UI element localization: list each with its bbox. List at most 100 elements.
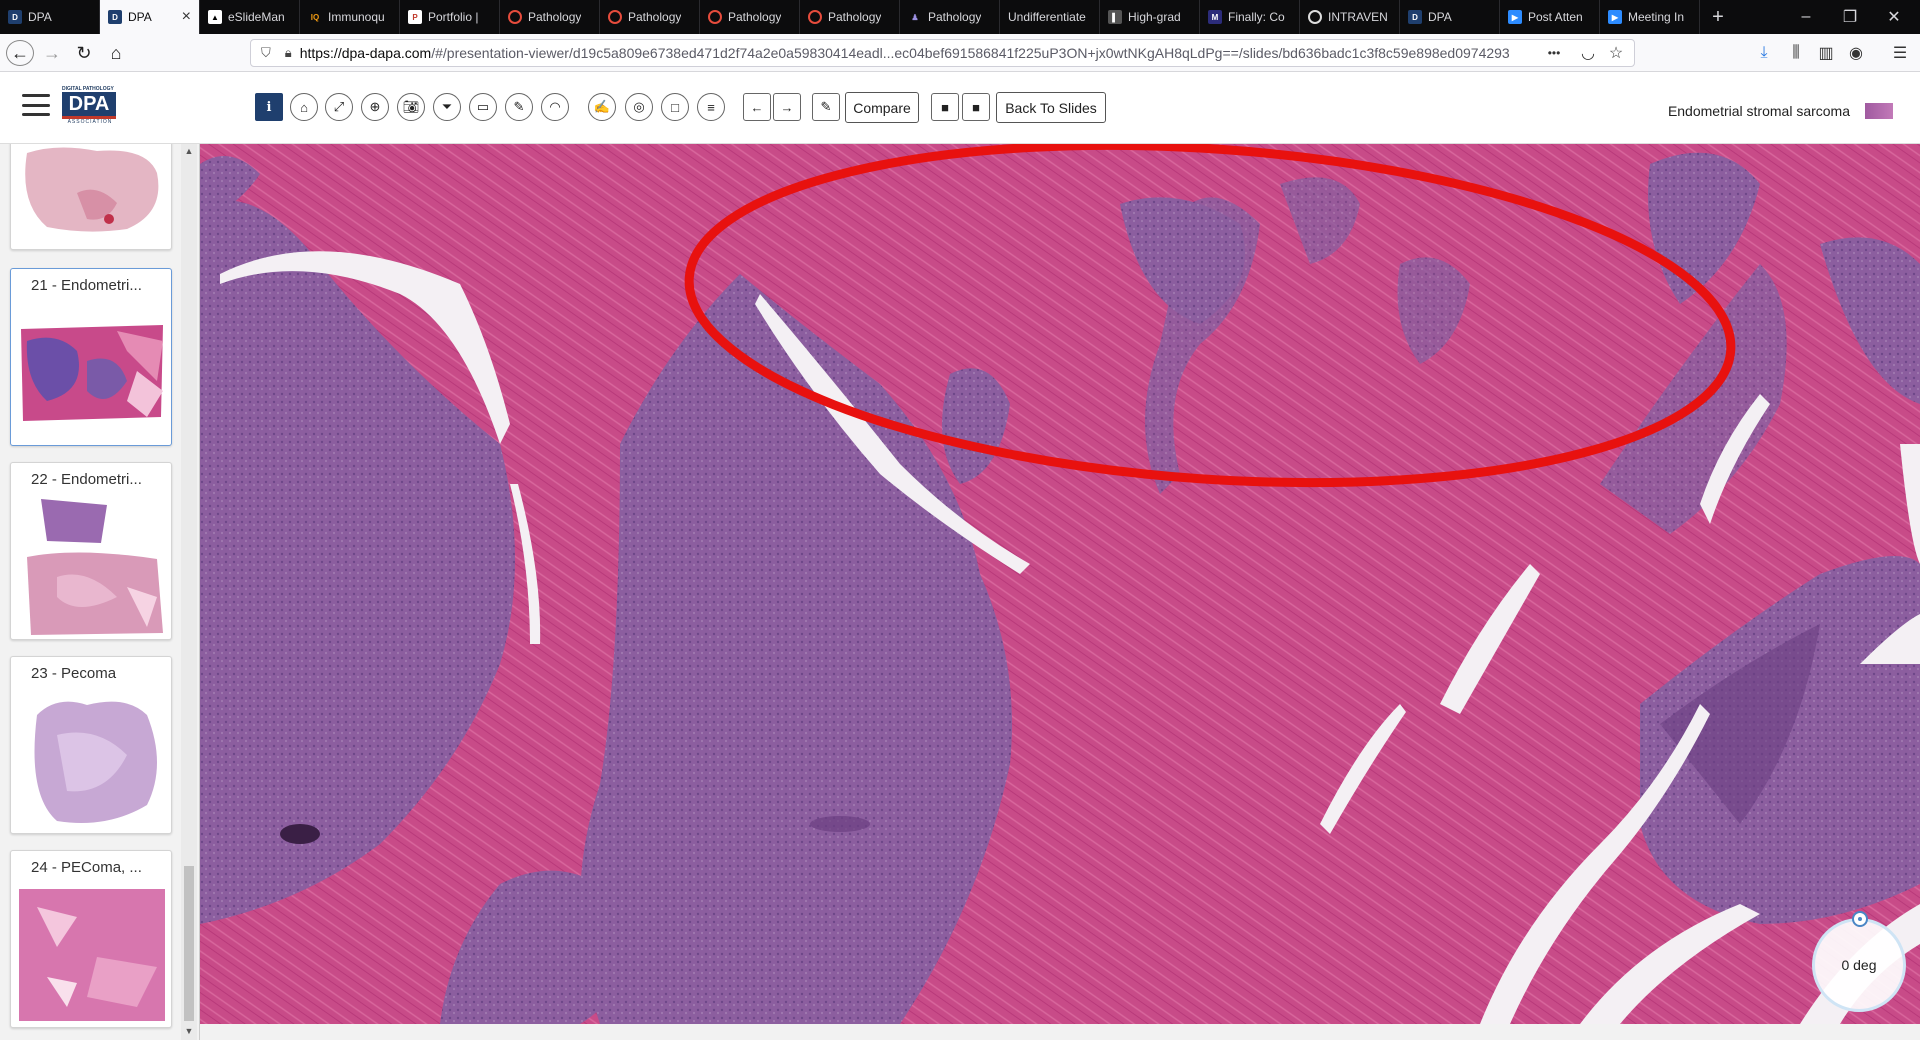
rotation-control[interactable]: 0 deg: [1812, 918, 1906, 1012]
draw-annotation-icon[interactable]: ✍: [588, 93, 616, 121]
close-tab-icon[interactable]: ×: [182, 8, 191, 26]
pathology-icon: [608, 10, 622, 24]
browser-tab[interactable]: ♟ Pathology: [900, 0, 1000, 34]
zoom-icon: ▶: [1508, 10, 1522, 24]
filter-icon[interactable]: ⏷: [433, 93, 461, 121]
lock-icon[interactable]: 🔒︎: [285, 45, 292, 61]
page-actions-icon[interactable]: •••: [1540, 40, 1568, 66]
url-path: /#/presentation-viewer/d19c5a809e6738ed4…: [431, 45, 1510, 61]
dpa-icon: D: [1408, 10, 1422, 24]
home-view-icon[interactable]: ⌂: [290, 93, 318, 121]
slide-viewer-canvas[interactable]: [200, 144, 1920, 1024]
dpa-logo[interactable]: DIGITAL PATHOLOGY DPA ASSOCIATION: [62, 86, 118, 132]
slide-card-23[interactable]: 23 - Pecoma: [10, 656, 172, 834]
browser-tab-bar: D DPA D DPA × ▲ eSlideMan IQ Immunoqu P Portfo…: [0, 0, 1920, 34]
bookmark-star-icon[interactable]: ☆: [1602, 40, 1630, 66]
info-button[interactable]: i: [255, 93, 283, 121]
dpa-icon: D: [8, 10, 22, 24]
zoom-icon: ▶: [1608, 10, 1622, 24]
monitor-icon[interactable]: ▭: [469, 93, 497, 121]
next-slide-icon[interactable]: →: [773, 93, 801, 121]
menu-icon[interactable]: ☰: [1886, 40, 1914, 66]
logo-subcaption: ASSOCIATION: [67, 119, 113, 125]
browser-tab[interactable]: IQ Immunoqu: [300, 0, 400, 34]
slide-card-22[interactable]: 22 - Endometri...: [10, 462, 172, 640]
sidebar-scroll-thumb[interactable]: [184, 866, 194, 1021]
browser-tab[interactable]: M Finally: Co: [1200, 0, 1300, 34]
rotation-label: 0 deg: [1841, 957, 1877, 973]
camera-icon[interactable]: 📷︎: [397, 93, 425, 121]
pathology-icon: [708, 10, 722, 24]
browser-tab-active[interactable]: D DPA ×: [100, 0, 200, 34]
close-window-icon[interactable]: ✕: [1866, 0, 1920, 34]
pen-icon[interactable]: ✎: [505, 93, 533, 121]
logo-text: DPA: [62, 92, 116, 119]
browser-tab[interactable]: Pathology: [600, 0, 700, 34]
freehand-icon[interactable]: ◠: [541, 93, 569, 121]
previous-slide-icon[interactable]: ←: [743, 93, 771, 121]
browser-tab[interactable]: Undifferentiate: [1000, 0, 1100, 34]
scroll-down-icon[interactable]: ▼: [183, 1026, 195, 1036]
reload-icon[interactable]: ↻: [70, 40, 98, 66]
library-icon[interactable]: ⫼: [1782, 40, 1810, 66]
browser-tab[interactable]: P Portfolio |: [400, 0, 500, 34]
back-arrow-icon[interactable]: ←: [6, 40, 34, 66]
rectangle-tool-icon[interactable]: □: [661, 93, 689, 121]
scroll-up-icon[interactable]: ▲: [183, 146, 195, 156]
fullscreen-icon[interactable]: ⤢: [325, 93, 353, 121]
browser-tab[interactable]: ▶ Meeting In: [1600, 0, 1700, 34]
shield-icon[interactable]: ⛉: [261, 45, 271, 61]
portfolio-icon: P: [408, 10, 422, 24]
stop-icon[interactable]: ■: [962, 93, 990, 121]
forward-arrow-icon[interactable]: →: [38, 40, 66, 66]
pathology-icon: ♟: [911, 12, 919, 22]
slide-card-title: 21 - Endometri...: [31, 277, 142, 294]
compare-button[interactable]: Compare: [845, 92, 919, 123]
slide-thumbnail: [17, 497, 165, 637]
slide-thumbnail: [17, 887, 165, 1023]
sidebar-toggle-icon[interactable]: ▥: [1812, 40, 1840, 66]
browser-tab[interactable]: ▶ Post Atten: [1500, 0, 1600, 34]
download-icon[interactable]: ⤓: [1750, 40, 1778, 66]
pocket-icon[interactable]: ◡: [1574, 40, 1602, 66]
slide-thumbnail: [17, 695, 165, 829]
browser-tab[interactable]: Pathology: [800, 0, 900, 34]
slide-list-sidebar: 21 - Endometri... 22 - Endometri... 23 -…: [0, 144, 200, 1040]
browser-tab[interactable]: D DPA: [0, 0, 100, 34]
slide-mini-thumbnail: [1865, 103, 1893, 119]
pathology-icon: [508, 10, 522, 24]
slide-thumbnail: [17, 144, 165, 235]
iq-icon: IQ: [310, 12, 320, 22]
hamburger-menu-icon[interactable]: [22, 94, 50, 116]
zoom-icon[interactable]: ⊕: [361, 93, 389, 121]
slide-thumbnail: [17, 321, 165, 433]
account-icon[interactable]: ◉: [1842, 40, 1870, 66]
browser-tab[interactable]: ▌ High-grad: [1100, 0, 1200, 34]
new-tab-button[interactable]: +: [1700, 0, 1736, 34]
browser-tab[interactable]: D DPA: [1400, 0, 1500, 34]
list-icon[interactable]: ≡: [697, 93, 725, 121]
app-header: DIGITAL PATHOLOGY DPA ASSOCIATION: [0, 72, 1920, 144]
browser-tab[interactable]: INTRAVEN: [1300, 0, 1400, 34]
slide-card-title: 23 - Pecoma: [31, 665, 117, 682]
back-to-slides-button[interactable]: Back To Slides: [996, 92, 1106, 123]
attachment-icon[interactable]: ✎: [812, 93, 840, 121]
slide-card-21[interactable]: 21 - Endometri...: [10, 268, 172, 446]
histology-image: [200, 144, 1920, 1024]
rotation-handle-icon[interactable]: [1852, 911, 1868, 927]
slide-card-title: 22 - Endometri...: [31, 471, 142, 488]
doc-icon: M: [1208, 10, 1222, 24]
slide-card[interactable]: [10, 144, 172, 250]
address-bar[interactable]: ⛉ 🔒︎ https://dpa-dapa.com/#/presentation…: [250, 39, 1635, 67]
doc-icon: ▌: [1108, 10, 1122, 24]
browser-tab[interactable]: Pathology: [500, 0, 600, 34]
circle-tool-icon[interactable]: ◎: [625, 93, 653, 121]
video-icon[interactable]: ■: [931, 93, 959, 121]
home-icon[interactable]: ⌂: [102, 40, 130, 66]
slide-card-24[interactable]: 24 - PEComa, ...: [10, 850, 172, 1028]
browser-tab[interactable]: Pathology: [700, 0, 800, 34]
eslide-icon: ▲: [208, 10, 222, 24]
chrome-icon: [1308, 10, 1322, 24]
browser-tab[interactable]: ▲ eSlideMan: [200, 0, 300, 34]
slide-card-title: 24 - PEComa, ...: [31, 859, 142, 876]
